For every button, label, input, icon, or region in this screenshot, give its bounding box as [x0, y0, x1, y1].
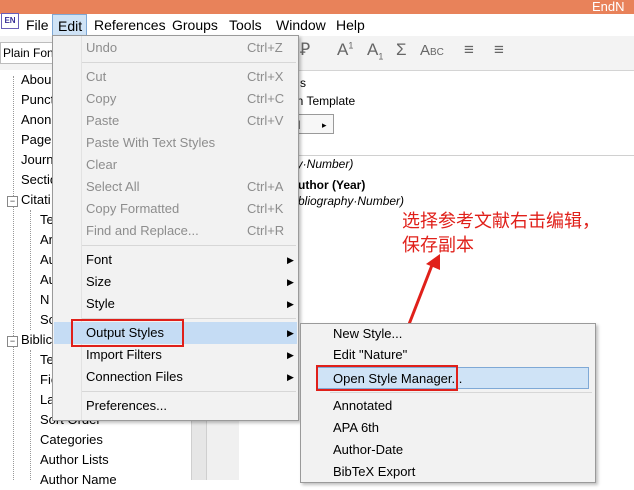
tree-guide [13, 76, 14, 480]
submenu-item-style[interactable]: Author-Date [302, 439, 594, 461]
template-text: uthor (Year) [298, 178, 366, 192]
menu-separator [82, 391, 296, 392]
tree-subitem[interactable]: Author Lists [40, 450, 109, 470]
menu-item-import-filters[interactable]: Import Filters ▶ [54, 344, 297, 366]
tree-item[interactable]: Abou [21, 70, 51, 90]
menu-item-paste[interactable]: Paste Ctrl+V [54, 110, 297, 132]
tree-subitem[interactable]: N [40, 290, 49, 310]
tree-item[interactable]: Page [21, 130, 51, 150]
tree-item[interactable]: Anon [21, 110, 51, 130]
align-center-icon[interactable]: ≡ [494, 40, 504, 60]
endnote-app-icon[interactable]: EN [1, 13, 19, 29]
tree-guide [30, 350, 31, 480]
highlight-box-output-styles [71, 319, 184, 347]
menu-item-font[interactable]: Font ▶ [54, 249, 297, 271]
menu-edit[interactable]: Edit [52, 14, 87, 36]
subscript-icon[interactable]: A1 [367, 40, 383, 61]
menu-separator [330, 392, 592, 393]
triangle-right-icon: ▸ [322, 120, 327, 130]
submenu-arrow-icon: ▶ [287, 255, 294, 265]
menu-window[interactable]: Window [276, 14, 326, 36]
collapse-icon[interactable]: − [7, 196, 18, 207]
menu-item-paste-styles[interactable]: Paste With Text Styles [54, 132, 297, 154]
submenu-arrow-icon: ▶ [287, 277, 294, 287]
right-label: on Template [290, 94, 356, 108]
annotation-line: 选择参考文献右击编辑， [402, 211, 600, 232]
small-caps-icon[interactable]: ABC [420, 42, 444, 59]
align-left-icon[interactable]: ≡ [464, 40, 474, 60]
toolbar-icon[interactable]: Ꝑ [300, 40, 310, 60]
tree-item[interactable]: Journ [21, 150, 54, 170]
submenu-item-style[interactable]: Annotated [302, 395, 594, 417]
collapse-icon[interactable]: − [7, 336, 18, 347]
menu-item-copy[interactable]: Copy Ctrl+C [54, 88, 297, 110]
divider [240, 155, 634, 156]
menu-item-size[interactable]: Size ▶ [54, 271, 297, 293]
submenu-arrow-icon: ▶ [287, 328, 294, 338]
menu-item-style[interactable]: Style ▶ [54, 293, 297, 315]
highlight-box-style-manager [316, 365, 458, 391]
menu-item-find-replace[interactable]: Find and Replace... Ctrl+R [54, 220, 297, 242]
menu-item-copy-formatted[interactable]: Copy Formatted Ctrl+K [54, 198, 297, 220]
menu-item-undo[interactable]: Undo Ctrl+Z [54, 37, 297, 59]
sigma-icon[interactable]: Σ [396, 40, 407, 60]
menu-separator [82, 62, 296, 63]
menu-item-clear[interactable]: Clear [54, 154, 297, 176]
tree-guide [30, 210, 31, 330]
tree-item-bibliography[interactable]: Biblic [21, 330, 52, 350]
menu-help[interactable]: Help [336, 14, 365, 36]
template-text: hy·Number) [290, 157, 354, 171]
tree-item-citations[interactable]: Citati [21, 190, 51, 210]
template-text: bliography·Number) [298, 194, 405, 208]
menu-file[interactable]: File [26, 14, 49, 36]
superscript-icon[interactable]: A1 [337, 40, 353, 60]
tree-subitem[interactable]: Author Name [40, 470, 117, 490]
menu-tools[interactable]: Tools [229, 14, 262, 36]
submenu-arrow-icon: ▶ [287, 350, 294, 360]
tree-item[interactable]: Punct [21, 90, 54, 110]
submenu-item-new-style[interactable]: New Style... [302, 323, 594, 345]
menu-item-preferences[interactable]: Preferences... [54, 395, 297, 417]
submenu-item-style[interactable]: APA 6th [302, 417, 594, 439]
submenu-arrow-icon: ▶ [287, 372, 294, 382]
menu-item-cut[interactable]: Cut Ctrl+X [54, 66, 297, 88]
menu-item-select-all[interactable]: Select All Ctrl+A [54, 176, 297, 198]
title-bar [0, 0, 634, 14]
menu-references[interactable]: References [94, 14, 166, 36]
menu-item-connection-files[interactable]: Connection Files ▶ [54, 366, 297, 388]
app-title: EndN [592, 0, 625, 14]
submenu-item-edit-nature[interactable]: Edit "Nature" [302, 344, 594, 366]
right-label: s [300, 76, 306, 90]
font-select[interactable]: Plain Font [0, 42, 56, 64]
submenu-arrow-icon: ▶ [287, 299, 294, 309]
menu-separator [82, 245, 296, 246]
tree-subitem[interactable]: Categories [40, 430, 103, 450]
menu-groups[interactable]: Groups [172, 14, 218, 36]
